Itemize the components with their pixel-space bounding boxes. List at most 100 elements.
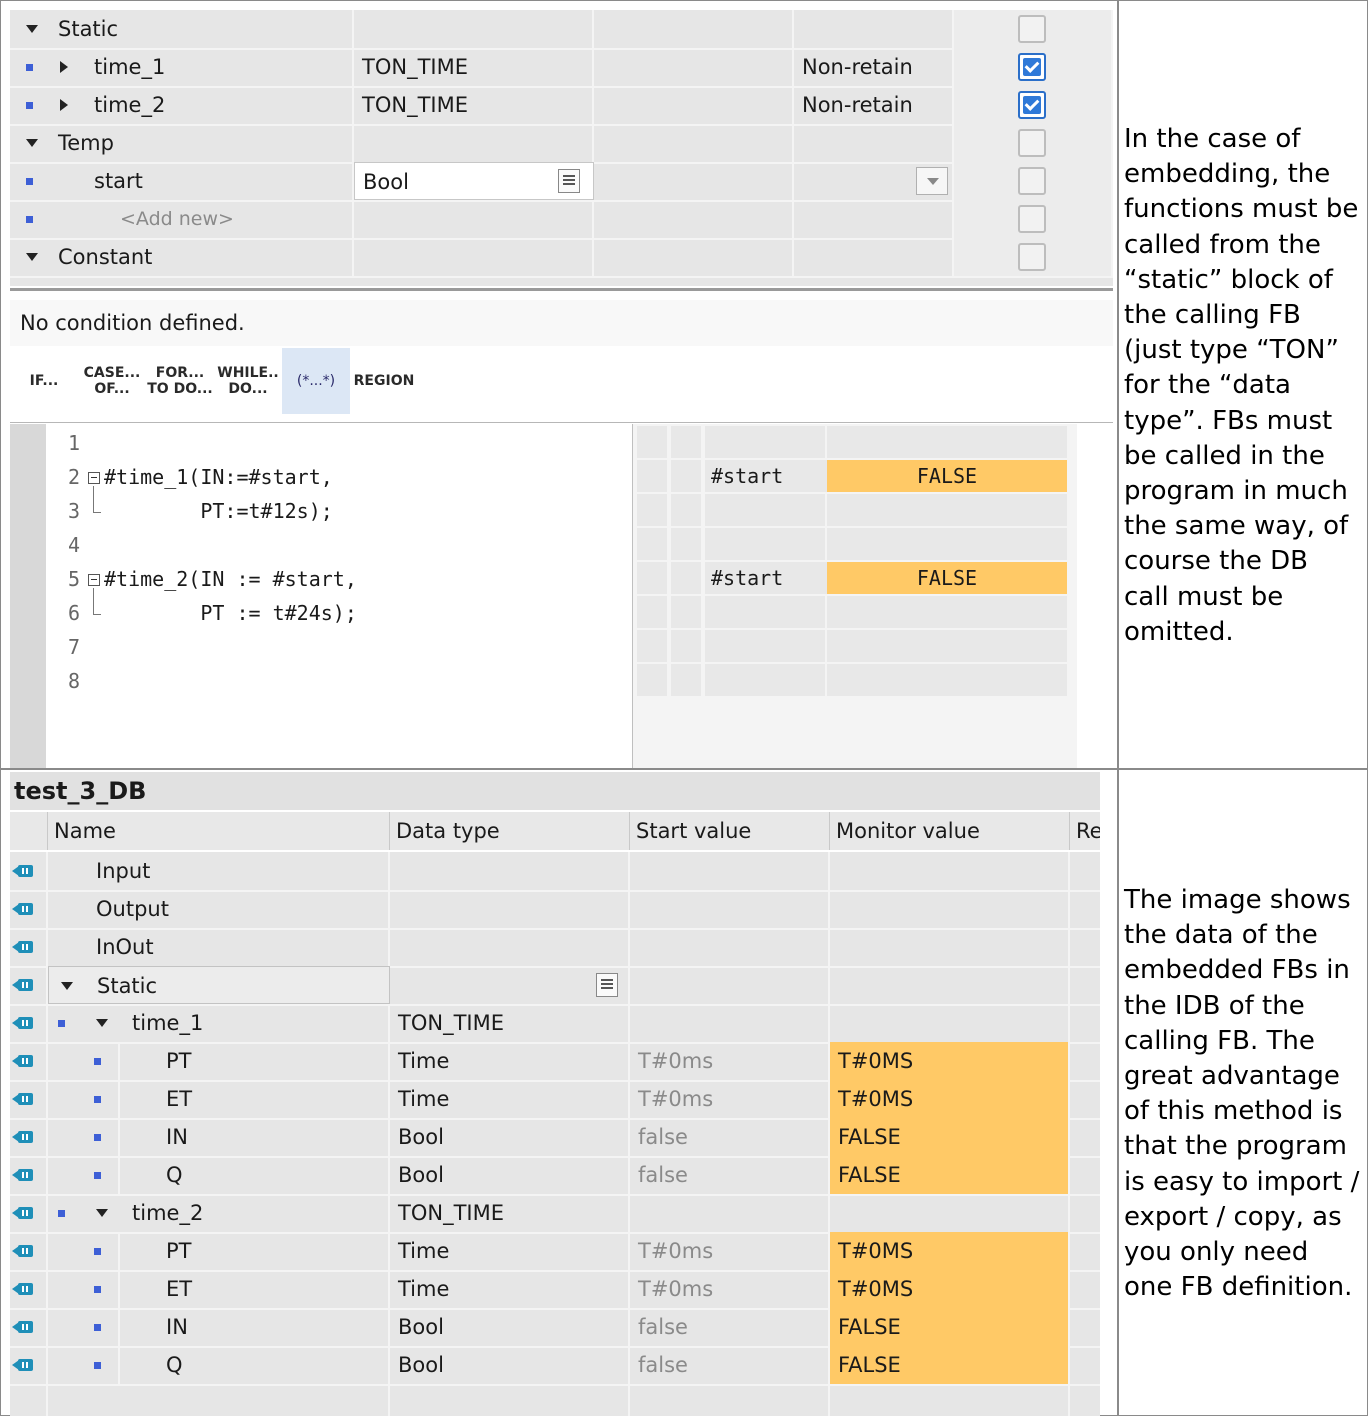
line-number: 7 [67,635,80,659]
decl-retain-cell[interactable] [794,162,954,200]
accessible-checkbox[interactable] [1018,91,1046,119]
db-cell-start[interactable] [630,1194,830,1232]
db-cell-type[interactable] [390,890,630,928]
expand-arrow-icon[interactable] [60,61,68,73]
db-cell-type[interactable]: Time [390,1270,630,1308]
db-cell-start[interactable] [630,852,830,890]
decl-type-cell[interactable]: TON_TIME [354,86,594,124]
comment-button[interactable]: (*...*) [282,348,350,414]
db-cell-type[interactable]: TON_TIME [390,1004,630,1042]
db-cell-start[interactable]: T#0ms [630,1080,830,1118]
db-tag-icon-box [18,1055,33,1067]
db-tag-icon-box [18,1017,33,1029]
db-row-in[interactable]: IN Bool false FALSE [10,1118,1100,1158]
db-row-q[interactable]: Q Bool false FALSE [10,1156,1100,1196]
db-row-time-2[interactable]: time_2 TON_TIME [10,1194,1100,1234]
db-row-time-1[interactable]: time_1 TON_TIME [10,1004,1100,1044]
type-list-icon[interactable] [596,973,618,997]
db-row-inout[interactable]: InOut [10,928,1100,968]
header-data-type[interactable]: Data type [390,812,630,850]
db-row-in[interactable]: IN Bool false FALSE [10,1308,1100,1348]
db-cell-start[interactable] [630,890,830,928]
db-cell-type[interactable] [390,966,630,1004]
db-row-q[interactable]: Q Bool false FALSE [10,1346,1100,1386]
region-button[interactable]: REGION [350,348,418,414]
db-cell-type[interactable]: Bool [390,1346,630,1384]
db-cell-type[interactable]: Time [390,1042,630,1080]
member-marker-icon [94,1362,101,1369]
db-cell-type[interactable]: TON_TIME [390,1194,630,1232]
monitor-cell [705,494,825,526]
db-cell-start[interactable]: T#0ms [630,1232,830,1270]
decl-row-static[interactable]: Static [10,10,1113,50]
accessible-checkbox[interactable] [1018,15,1046,43]
collapse-arrow-icon[interactable] [96,1019,108,1027]
accessible-checkbox[interactable] [1018,243,1046,271]
db-cell-start[interactable]: false [630,1156,830,1194]
decl-row-time-1[interactable]: time_1 TON_TIME Non-retain [10,48,1113,88]
collapse-arrow-icon[interactable] [61,982,73,990]
decl-row-start[interactable]: start Bool [10,162,1113,202]
decl-row-constant[interactable]: Constant [10,238,1113,278]
decl-type-cell[interactable]: TON_TIME [354,48,594,86]
decl-retain-cell[interactable]: Non-retain [794,48,954,86]
db-row-pt[interactable]: PT Time T#0ms T#0MS [10,1232,1100,1272]
db-cell-type[interactable] [390,928,630,966]
db-cell-start[interactable]: T#0ms [630,1270,830,1308]
db-cell-type[interactable]: Bool [390,1308,630,1346]
collapse-arrow-icon[interactable] [26,139,38,147]
expand-arrow-icon[interactable] [60,99,68,111]
accessible-checkbox[interactable] [1018,53,1046,81]
scl-code-editor[interactable]: 1 2 #time_1(IN:=#start, 3 PT:=t#12s); 4 5… [46,424,632,768]
decl-row-time-2[interactable]: time_2 TON_TIME Non-retain [10,86,1113,126]
decl-retain-cell[interactable]: Non-retain [794,86,954,124]
db-cell-type[interactable]: Bool [390,1118,630,1156]
accessible-checkbox[interactable] [1018,205,1046,233]
header-start-value[interactable]: Start value [630,812,830,850]
add-new-placeholder[interactable]: <Add new> [120,200,234,238]
db-row-input[interactable]: Input [10,852,1100,892]
db-cell-start[interactable]: false [630,1308,830,1346]
header-name[interactable]: Name [48,812,390,850]
accessible-checkbox[interactable] [1018,129,1046,157]
splitter[interactable] [10,288,1113,291]
collapse-arrow-icon[interactable] [26,253,38,261]
db-cell-type[interactable]: Time [390,1080,630,1118]
db-row-pt[interactable]: PT Time T#0ms T#0MS [10,1042,1100,1082]
collapse-arrow-icon[interactable] [96,1209,108,1217]
db-cell-start[interactable]: T#0ms [630,1042,830,1080]
db-cell-start[interactable] [630,928,830,966]
accessible-checkbox[interactable] [1018,167,1046,195]
db-row-et[interactable]: ET Time T#0ms T#0MS [10,1270,1100,1310]
fold-toggle-icon[interactable] [88,574,100,586]
case-button[interactable]: CASE... OF... [78,348,146,431]
retain-dropdown-icon[interactable] [916,167,948,195]
decl-default-cell[interactable] [594,162,794,200]
db-cell-type[interactable] [390,852,630,890]
header-retain[interactable]: Re [1070,812,1100,850]
collapse-arrow-icon[interactable] [26,25,38,33]
db-row-et[interactable]: ET Time T#0ms T#0MS [10,1080,1100,1120]
db-cell-name: time_1 [48,1004,390,1042]
db-cell-start[interactable] [630,966,830,1004]
type-list-icon[interactable] [558,169,580,193]
while-button[interactable]: WHILE.. DO... [214,348,282,431]
db-row-static[interactable]: Static [10,966,1100,1006]
decl-default-cell[interactable] [594,86,794,124]
row-icon-cell [10,1270,48,1308]
db-cell-type[interactable]: Bool [390,1156,630,1194]
for-button[interactable]: FOR... TO DO... [146,348,214,431]
monitor-cell [637,630,667,662]
decl-row-temp[interactable]: Temp [10,124,1113,164]
decl-row-add-new[interactable]: <Add new> [10,200,1113,240]
db-cell-start[interactable]: false [630,1118,830,1156]
db-cell-type[interactable]: Time [390,1232,630,1270]
if-button[interactable]: IF... [10,348,78,414]
fold-toggle-icon[interactable] [88,472,100,484]
db-cell-start[interactable] [630,1004,830,1042]
db-row-output[interactable]: Output [10,890,1100,930]
decl-default-cell[interactable] [594,48,794,86]
data-type-input[interactable]: Bool [354,162,594,200]
header-monitor-value[interactable]: Monitor value [830,812,1070,850]
db-cell-start[interactable]: false [630,1346,830,1384]
